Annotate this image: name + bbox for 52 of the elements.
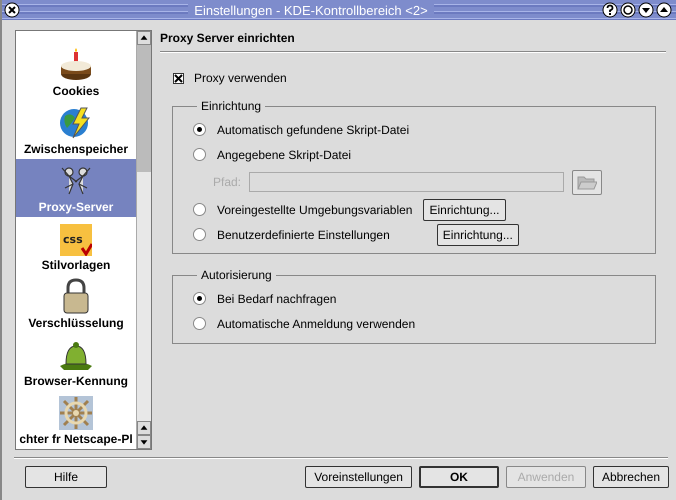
- sidebar-item[interactable]: Zwischenspeicher: [16, 101, 136, 159]
- window-title: Einstellungen - KDE-Kontrollbereich <2>: [188, 2, 434, 18]
- sidebar-item[interactable]: chter fr Netscape-Pl: [16, 391, 136, 449]
- setup-button[interactable]: Einrichtung...: [423, 198, 506, 220]
- checkbox[interactable]: [173, 72, 184, 84]
- group-title: Einrichtung: [200, 99, 262, 113]
- radio-label: Angegebene Skript-Datei: [217, 148, 352, 162]
- radio-button[interactable]: [193, 123, 206, 136]
- css-icon: css: [60, 224, 92, 256]
- sidebar-item[interactable]: Proxy-Server: [16, 159, 136, 217]
- page-heading: Proxy Server einrichten: [160, 30, 296, 45]
- sidebar-item[interactable]: Cookies: [16, 43, 136, 101]
- close-icon[interactable]: [4, 2, 20, 18]
- group-title: Autorisierung: [200, 268, 273, 282]
- ships-wheel-icon: [59, 396, 93, 430]
- radio-button[interactable]: [193, 317, 206, 330]
- item-label: chter fr Netscape-Pl: [19, 432, 133, 446]
- radio-button[interactable]: [193, 148, 206, 161]
- radio-label: Benutzerdefinierte Einstellungen: [217, 228, 390, 242]
- scrollbar[interactable]: [136, 31, 151, 449]
- dialog-button[interactable]: Voreinstellungen: [305, 466, 412, 488]
- sidebar-item[interactable]: css Stilvorlagen: [16, 217, 136, 275]
- sidebar-item[interactable]: Verschlüsselung: [16, 275, 136, 333]
- item-label: Browser-Kennung: [24, 374, 128, 388]
- dialog-button[interactable]: Hilfe: [25, 466, 107, 488]
- item-label: Zwischenspeicher: [24, 142, 128, 156]
- help-icon[interactable]: [602, 2, 618, 18]
- checkbox-label: Proxy verwenden: [194, 71, 287, 85]
- item-label: Verschlüsselung: [28, 316, 124, 330]
- radio-label: Bei Bedarf nachfragen: [217, 292, 336, 306]
- cake-icon: [59, 48, 93, 82]
- folder-icon: [577, 174, 598, 190]
- dialog-button[interactable]: Abbrechen: [592, 466, 669, 488]
- scroll-up-icon[interactable]: [137, 421, 151, 435]
- globe-lightning-icon: [59, 106, 93, 140]
- radio-label: Automatisch gefundene Skript-Datei: [217, 122, 410, 136]
- dialog-button[interactable]: OK: [418, 466, 499, 488]
- item-label: Cookies: [52, 84, 100, 98]
- scroll-down-icon[interactable]: [137, 435, 151, 449]
- item-label: Stilvorlagen: [42, 258, 110, 272]
- scroll-up-icon[interactable]: [137, 31, 151, 45]
- maximize-icon[interactable]: [656, 2, 672, 18]
- scroll-thumb[interactable]: [137, 45, 151, 172]
- item-label: Proxy-Server: [38, 200, 114, 214]
- radio-button[interactable]: [193, 228, 206, 241]
- sidebar-item[interactable]: Browser-Kennung: [16, 333, 136, 391]
- setup-button[interactable]: Einrichtung...: [436, 224, 519, 246]
- minimize-icon[interactable]: [638, 2, 654, 18]
- radio-button[interactable]: [193, 203, 206, 216]
- radio-label: Voreingestellte Umgebungsvariablen: [217, 202, 412, 216]
- radio-label: Automatische Anmeldung verwenden: [217, 316, 416, 330]
- radio-button[interactable]: [193, 292, 206, 305]
